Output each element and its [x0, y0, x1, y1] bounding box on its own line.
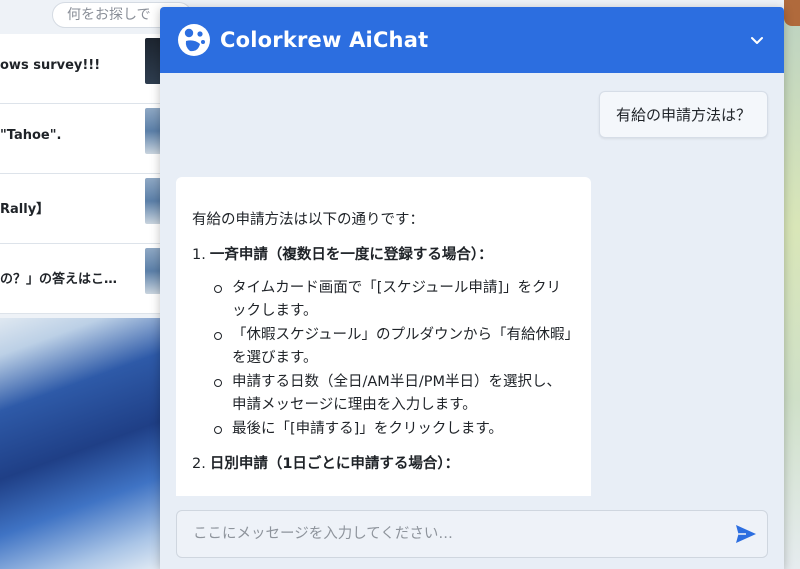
step-title: 2. 日別申請（1日ごとに申請する場合）： [192, 453, 575, 476]
list-item-title: Rally】 [0, 202, 50, 217]
chat-title: Colorkrew AiChat [220, 28, 429, 52]
chat-panel: Colorkrew AiChat 有給の申請方法は？ 有給の申請方法は以下の通り… [160, 7, 784, 569]
bullet-item: 最後に「[申請する]」をクリックします。 [214, 418, 575, 441]
bot-message-bubble: 有給の申請方法は以下の通りです： 1. 一斉申請（複数日を一度に登録する場合）：… [176, 177, 591, 496]
list-item-title: ows survey!!! [0, 58, 101, 73]
bullet-item: タイムカード画面で「[スケジュール申請]」をクリックします。 [214, 277, 575, 323]
step-title-text: 日別申請（1日ごとに申請する場合）： [209, 456, 460, 472]
step-number: 2. [192, 456, 206, 472]
chat-header: Colorkrew AiChat [160, 7, 784, 73]
bullet-item: 申請する日数（全日/AM半日/PM半日）を選択し、申請メッセージに理由を入力しま… [214, 371, 575, 417]
chat-input-area [160, 496, 784, 569]
list-item-title: の？」の答えはこ… [0, 272, 118, 287]
bullet-item: 「休暇スケジュール」のプルダウンから「有給休暇」を選びます。 [214, 324, 575, 370]
list-item-title: "Tahoe". [0, 128, 62, 143]
step-number: 1. [192, 247, 206, 263]
background-art-image [0, 318, 165, 569]
colorkrew-logo-icon [178, 24, 210, 56]
bot-message-intro: 有給の申請方法は以下の通りです： [192, 212, 424, 228]
step-item: 1. 一斉申請（複数日を一度に登録する場合）： タイムカード画面で「[スケジュー… [192, 244, 575, 441]
message-input[interactable] [176, 510, 768, 558]
step-bullet-list: タイムカード画面で「[スケジュール申請]」をクリックします。 「休暇スケジュール… [214, 277, 575, 441]
list-item[interactable]: "Tahoe". [0, 104, 167, 174]
step-item: 2. 日別申請（1日ごとに申請する場合）： [192, 453, 575, 476]
chevron-down-icon[interactable] [746, 29, 768, 51]
chat-messages[interactable]: 有給の申請方法は？ 有給の申請方法は以下の通りです： 1. 一斉申請（複数日を一… [160, 73, 784, 496]
background-right-edge [784, 0, 800, 569]
step-title-text: 一斉申請（複数日を一度に登録する場合）： [209, 247, 493, 263]
background-article-list: ows survey!!! "Tahoe". Rally】 の？」の答えはこ… [0, 34, 167, 314]
avatar[interactable] [784, 0, 800, 26]
user-message-bubble: 有給の申請方法は？ [598, 91, 768, 138]
step-title: 1. 一斉申請（複数日を一度に登録する場合）： [192, 244, 575, 267]
list-item[interactable]: Rally】 [0, 174, 167, 244]
list-item[interactable]: ows survey!!! [0, 34, 167, 104]
send-icon[interactable] [734, 523, 758, 545]
list-item[interactable]: の？」の答えはこ… [0, 244, 167, 314]
